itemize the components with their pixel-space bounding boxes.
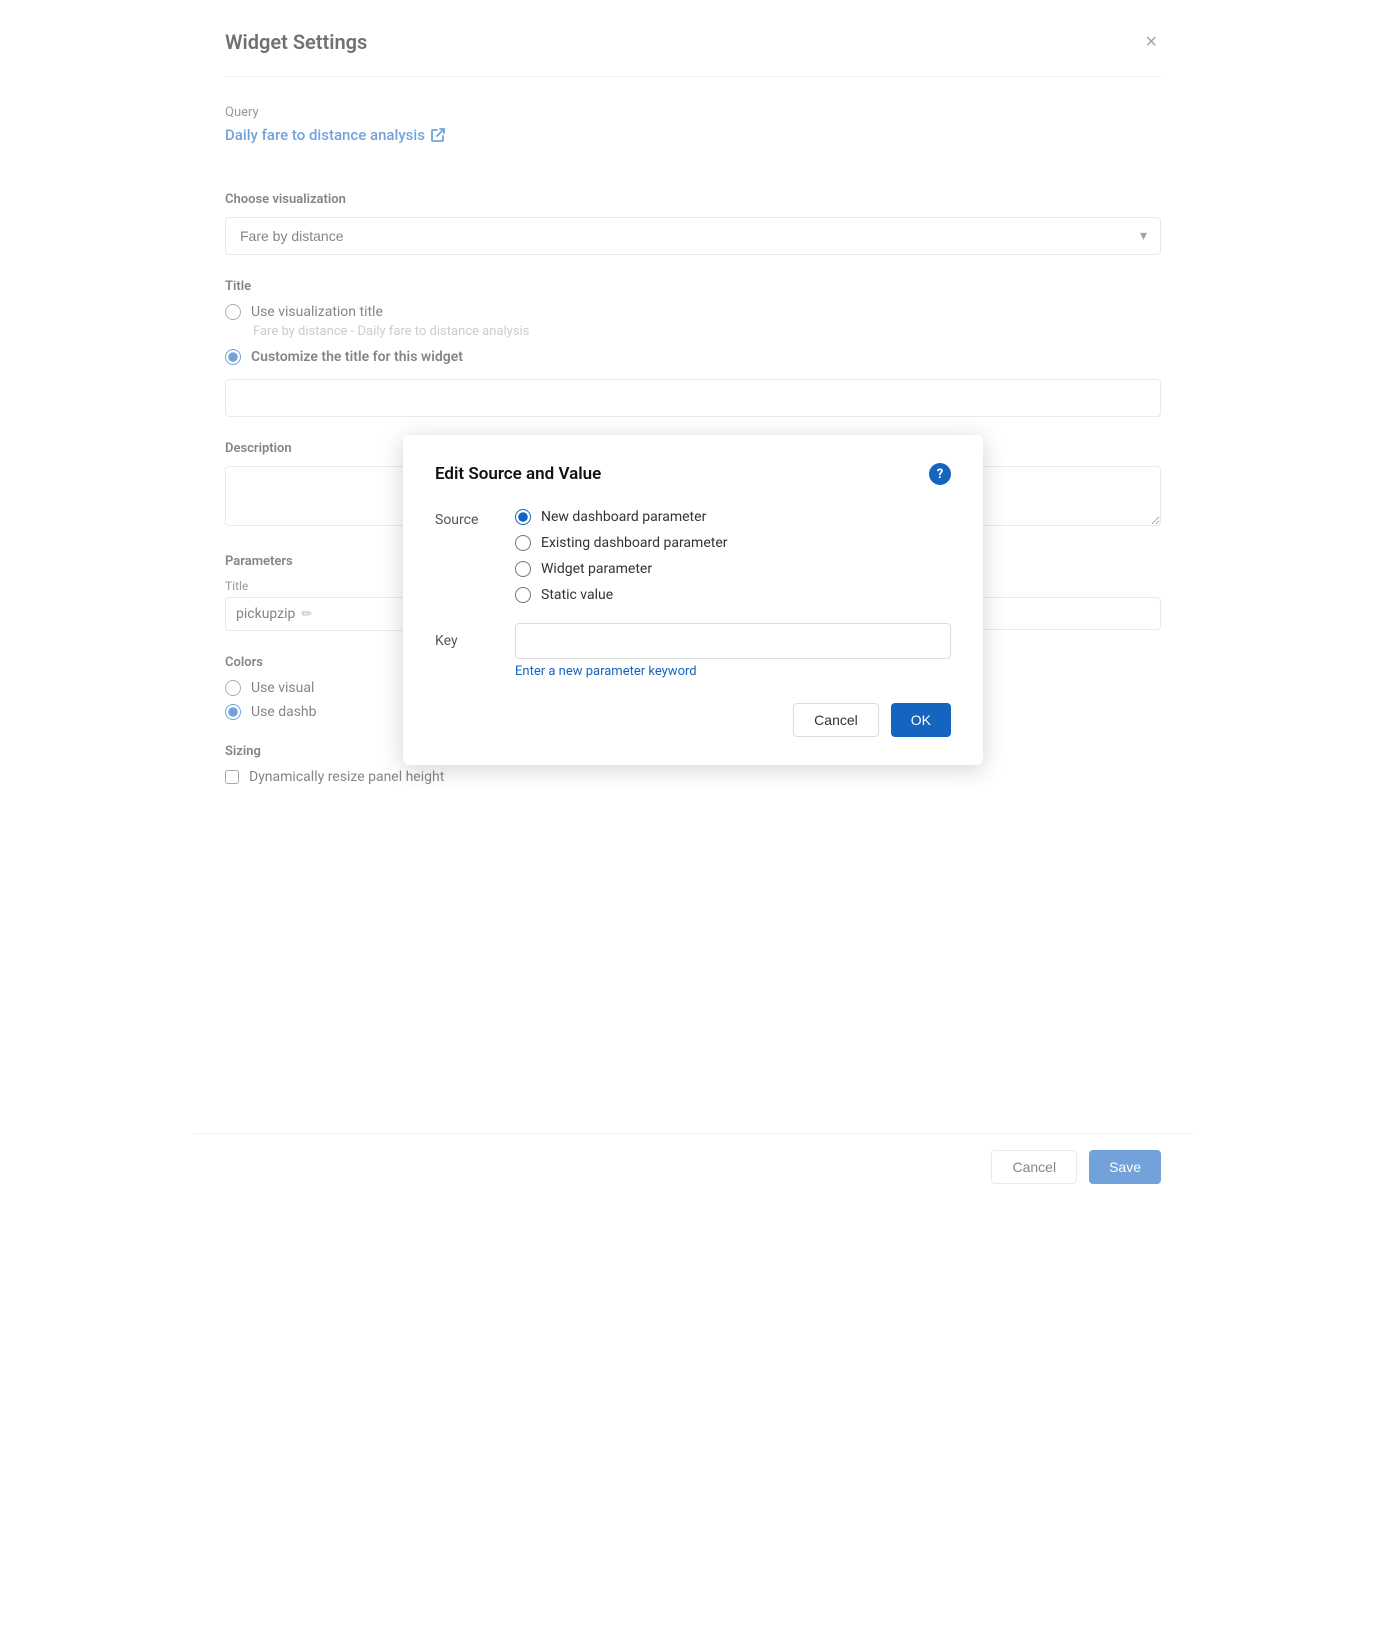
edit-source-dialog: Edit Source and Value ? Source New dashb…	[403, 435, 983, 765]
dialog-key-row: Key pickupzip Enter a new parameter keyw…	[435, 623, 951, 679]
dialog-source-options: New dashboard parameter Existing dashboa…	[515, 509, 727, 603]
dialog-source-row: Source New dashboard parameter Existing …	[435, 509, 951, 603]
dialog-backdrop: Edit Source and Value ? Source New dashb…	[193, 0, 1193, 1200]
new-dashboard-label: New dashboard parameter	[541, 509, 706, 525]
dialog-ok-button[interactable]: OK	[891, 703, 951, 737]
source-option-new-dashboard[interactable]: New dashboard parameter	[515, 509, 727, 525]
help-icon-label: ?	[937, 467, 943, 482]
widget-parameter-radio[interactable]	[515, 561, 531, 577]
source-option-widget-parameter[interactable]: Widget parameter	[515, 561, 727, 577]
existing-dashboard-radio[interactable]	[515, 535, 531, 551]
static-value-radio[interactable]	[515, 587, 531, 603]
source-option-static-value[interactable]: Static value	[515, 587, 727, 603]
dialog-header: Edit Source and Value ?	[435, 463, 951, 485]
static-value-label: Static value	[541, 587, 613, 603]
new-dashboard-radio[interactable]	[515, 509, 531, 525]
dialog-key-input-wrap: pickupzip Enter a new parameter keyword	[515, 623, 951, 679]
dialog-key-label: Key	[435, 623, 495, 649]
dialog-key-hint: Enter a new parameter keyword	[515, 664, 951, 679]
dialog-footer: Cancel OK	[435, 703, 951, 737]
widget-parameter-label: Widget parameter	[541, 561, 652, 577]
existing-dashboard-label: Existing dashboard parameter	[541, 535, 727, 551]
dialog-title: Edit Source and Value	[435, 464, 601, 484]
dialog-key-input[interactable]: pickupzip	[515, 623, 951, 659]
help-icon[interactable]: ?	[929, 463, 951, 485]
dialog-cancel-button[interactable]: Cancel	[793, 703, 879, 737]
dialog-source-label: Source	[435, 509, 495, 528]
source-option-existing-dashboard[interactable]: Existing dashboard parameter	[515, 535, 727, 551]
